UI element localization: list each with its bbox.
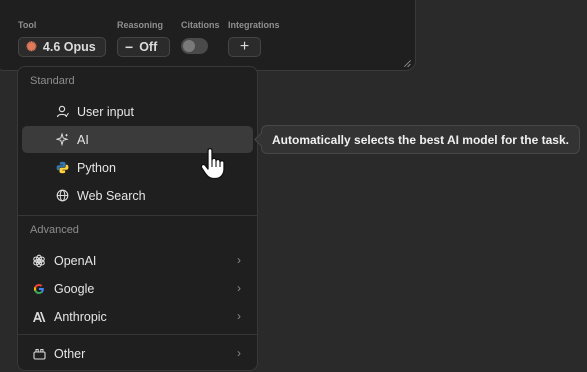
menu-item-user-input[interactable]: User input: [22, 98, 253, 125]
minus-icon: −: [125, 39, 134, 55]
menu-item-label: Python: [77, 160, 116, 175]
menu-item-label: Web Search: [77, 188, 146, 203]
chevron-right-icon: ›: [237, 253, 241, 267]
citations-label: Citations: [181, 20, 220, 30]
prompt-panel: [0, 0, 416, 71]
sparkle-icon: [55, 133, 69, 147]
hand-pointer-cursor-icon: [200, 147, 226, 185]
anthropic-star-icon: ✺: [26, 39, 37, 54]
toggle-knob: [183, 40, 195, 52]
tooltip: Automatically selects the best AI model …: [261, 125, 580, 154]
openai-icon: [32, 254, 46, 268]
anthropic-icon: [32, 310, 46, 324]
add-integration-button[interactable]: +: [228, 37, 261, 57]
divider: [18, 334, 257, 335]
divider: [18, 215, 257, 216]
tool-label: Tool: [18, 20, 37, 30]
chevron-right-icon: ›: [237, 309, 241, 323]
menu-item-google[interactable]: Google ›: [22, 275, 253, 302]
plus-icon: +: [239, 38, 250, 55]
menu-item-label: Other: [54, 346, 86, 361]
chevron-right-icon: ›: [237, 281, 241, 295]
menu-item-label: Google: [54, 281, 95, 296]
tool-dropdown-menu: Standard User input AI Python Web Search…: [17, 66, 258, 371]
user-icon: [55, 105, 69, 119]
globe-icon: [55, 189, 69, 203]
standard-header: Standard: [30, 75, 75, 87]
menu-item-label: AI: [77, 132, 89, 147]
menu-item-other[interactable]: Other ›: [22, 340, 253, 367]
menu-item-anthropic[interactable]: Anthropic ›: [22, 303, 253, 330]
menu-item-label: OpenAI: [54, 253, 97, 268]
menu-item-label: Anthropic: [54, 309, 107, 324]
reasoning-selector[interactable]: − Off: [117, 37, 170, 57]
reasoning-value: Off: [139, 40, 158, 54]
resize-handle[interactable]: [403, 59, 411, 67]
menu-item-label: User input: [77, 104, 134, 119]
citations-toggle[interactable]: [181, 38, 208, 54]
integrations-label: Integrations: [228, 20, 280, 30]
chevron-right-icon: ›: [237, 346, 241, 360]
tool-selector[interactable]: ✺ 4.6 Opus: [18, 37, 106, 57]
reasoning-label: Reasoning: [117, 20, 164, 30]
tool-value: 4.6 Opus: [42, 40, 96, 54]
python-icon: [55, 161, 69, 175]
menu-item-web-search[interactable]: Web Search: [22, 182, 253, 209]
google-icon: [32, 282, 46, 296]
advanced-header: Advanced: [30, 224, 79, 236]
menu-item-openai[interactable]: OpenAI ›: [22, 247, 253, 274]
box-icon: [32, 347, 46, 361]
